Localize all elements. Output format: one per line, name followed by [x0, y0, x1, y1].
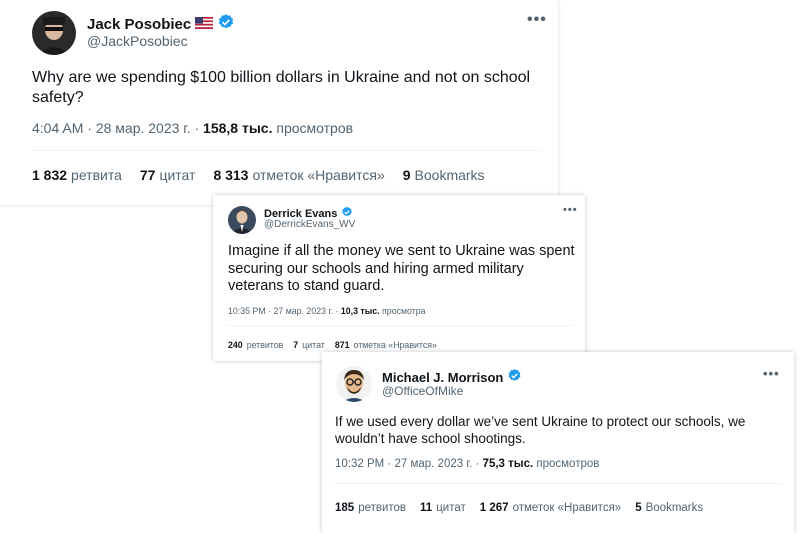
tweet-time[interactable]: 10:35 PM	[228, 306, 266, 316]
avatar[interactable]	[32, 11, 76, 55]
tweet-date[interactable]: 27 мар. 2023 г.	[273, 306, 333, 316]
bookmarks-stat[interactable]: 5 Bookmarks	[635, 502, 703, 514]
views-label: просмотров	[536, 458, 600, 470]
author-name-row[interactable]: Jack Posobiec	[87, 13, 235, 35]
verified-badge-icon	[217, 13, 235, 35]
more-options-icon[interactable]: •••	[563, 204, 578, 216]
tweet-card-michael-morrison: Michael J. Morrison @OfficeOfMike ••• If…	[322, 352, 794, 533]
views-count: 158,8 тыс.	[203, 120, 273, 136]
display-name[interactable]: Jack Posobiec	[87, 16, 191, 33]
tweet-card-jack-posobiec: Jack Posobiec @JackPosobiec ••• Why are …	[0, 0, 558, 205]
bookmarks-stat[interactable]: 9 Bookmarks	[403, 167, 485, 183]
handle[interactable]: @JackPosobiec	[87, 33, 188, 49]
likes-stat[interactable]: 1 267 отметок «Нравится»	[480, 502, 621, 514]
likes-stat[interactable]: 8 313 отметок «Нравится»	[213, 167, 384, 183]
tweet-text: Imagine if all the money we sent to Ukra…	[228, 243, 575, 294]
retweets-stat[interactable]: 185 ретвитов	[335, 502, 406, 514]
more-options-icon[interactable]: •••	[527, 11, 547, 29]
tweet-card-derrick-evans: Derrick Evans @DerrickEvans_WV ••• Imagi…	[213, 195, 585, 361]
tweet-date[interactable]: 27 мар. 2023 г.	[394, 458, 472, 470]
tweet-date[interactable]: 28 мар. 2023 г.	[96, 120, 191, 136]
views-count: 75,3 тыс.	[482, 458, 534, 470]
divider	[228, 325, 573, 326]
divider	[335, 483, 780, 484]
tweet-meta: 4:04 AM · 28 мар. 2023 г. · 158,8 тыс. п…	[32, 120, 354, 136]
avatar[interactable]	[228, 206, 256, 234]
verified-badge-icon	[507, 368, 522, 386]
views-count: 10,3 тыс.	[340, 306, 380, 316]
quotes-stat[interactable]: 7 цитат	[293, 340, 325, 350]
us-flag-icon	[195, 16, 214, 33]
engagement-stats: 185 ретвитов 11 цитат 1 267 отметок «Нравит…	[335, 502, 717, 514]
tweet-meta: 10:35 PM · 27 мар. 2023 г. · 10,3 тыс. п…	[228, 306, 426, 316]
handle[interactable]: @OfficeOfMike	[382, 384, 463, 398]
handle[interactable]: @DerrickEvans_WV	[264, 219, 355, 230]
engagement-stats: 1 832 ретвита 77 цитат 8 313 отметок «Нрави…	[32, 167, 503, 183]
tweet-time[interactable]: 10:32 PM	[335, 458, 384, 470]
views-label: просмотров	[276, 120, 354, 136]
tweet-text: If we used every dollar we’ve sent Ukrai…	[335, 414, 746, 446]
display-name[interactable]: Derrick Evans	[264, 208, 337, 220]
retweets-stat[interactable]: 1 832 ретвита	[32, 167, 122, 183]
quotes-stat[interactable]: 11 цитат	[420, 502, 466, 514]
display-name[interactable]: Michael J. Morrison	[382, 370, 503, 385]
more-options-icon[interactable]: •••	[763, 366, 780, 381]
engagement-stats: 240 ретвитов 7 цитат 871 отметка «Нравится»	[228, 340, 447, 350]
divider	[32, 150, 542, 151]
avatar[interactable]	[336, 366, 372, 402]
tweet-meta: 10:32 PM · 27 мар. 2023 г. · 75,3 тыс. п…	[335, 458, 600, 470]
tweet-text: Why are we spending $100 billion dollars…	[32, 69, 531, 106]
quotes-stat[interactable]: 77 цитат	[140, 167, 196, 183]
retweets-stat[interactable]: 240 ретвитов	[228, 340, 283, 350]
likes-stat[interactable]: 871 отметка «Нравится»	[335, 340, 437, 350]
views-label: просмотра	[382, 306, 426, 316]
tweet-time[interactable]: 4:04 AM	[32, 120, 83, 136]
